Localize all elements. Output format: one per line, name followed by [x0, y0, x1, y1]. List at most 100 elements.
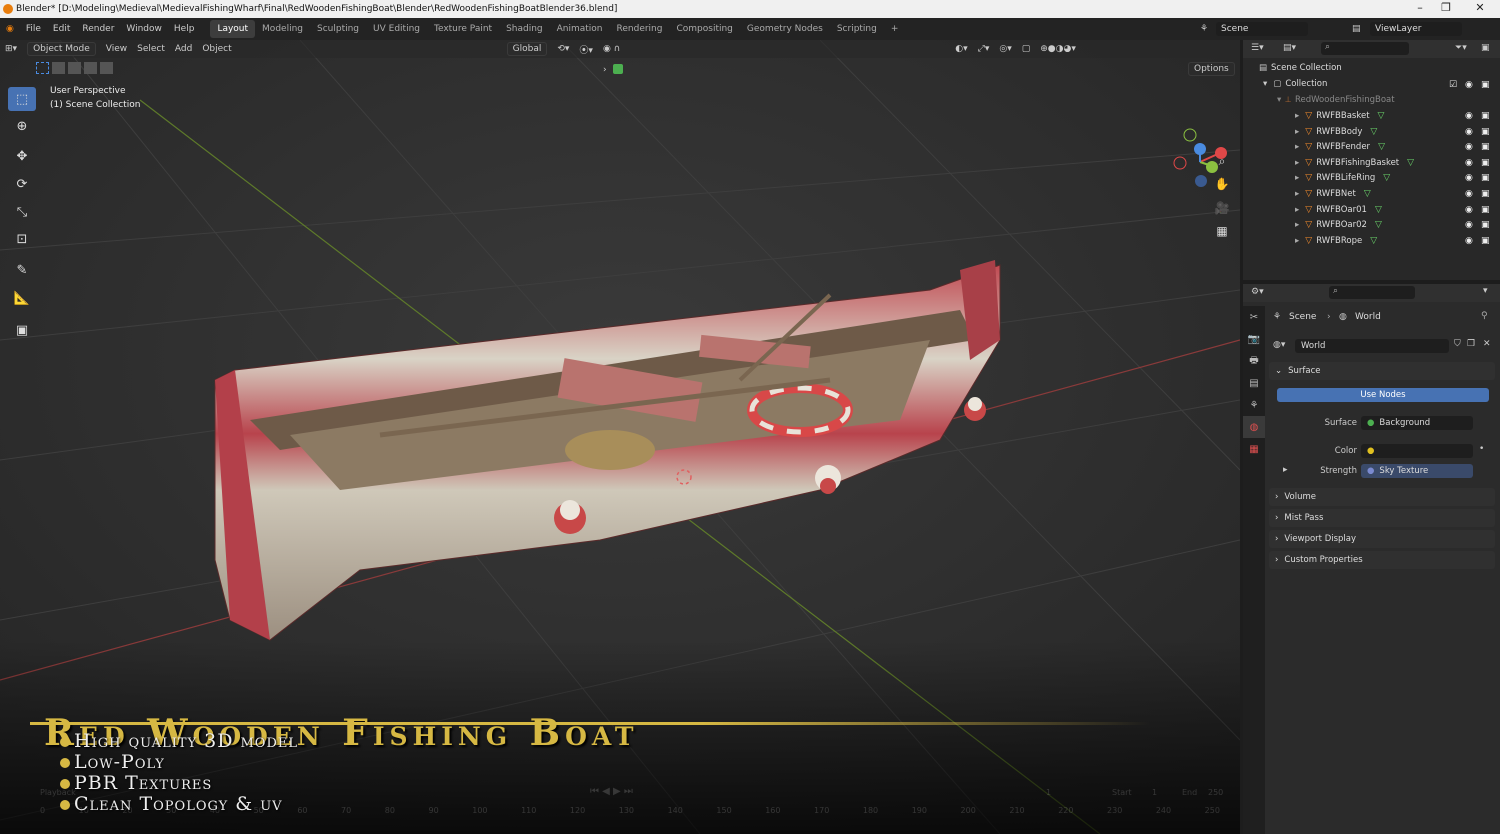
transform-orientation-dropdown[interactable]: Global [506, 42, 548, 56]
eye-icon[interactable]: ◉ [1465, 80, 1473, 90]
expand-icon[interactable]: ▸ [1295, 127, 1299, 137]
fake-user-icon[interactable]: ⛉ [1454, 339, 1461, 349]
outliner-row-object[interactable]: ▸ ▽ RWFBOar01 ▽ ◉ ▣ [1243, 202, 1500, 218]
camera-render-icon[interactable]: ▣ [1481, 189, 1490, 199]
menu-object[interactable]: Object [202, 44, 231, 54]
snap-icon[interactable]: ⦿▾ [579, 43, 593, 56]
object-mode-dropdown[interactable]: Object Mode [27, 42, 96, 56]
menu-window[interactable]: Window [126, 24, 162, 34]
eye-icon[interactable]: ◉ [1465, 220, 1473, 230]
surface-panel-header[interactable]: ⌄ Surface [1269, 362, 1495, 380]
pan-hand-icon[interactable]: ✋ [1211, 174, 1233, 194]
blender-menu-icon[interactable]: ◉ [6, 24, 14, 34]
select-subtract-icon[interactable] [68, 62, 81, 74]
select-extend-icon[interactable] [52, 62, 65, 74]
eye-icon[interactable]: ◉ [1465, 111, 1473, 121]
outliner-row-collection[interactable]: ▾ ▢ Collection [1243, 76, 1500, 92]
tab-animation[interactable]: Animation [550, 20, 610, 38]
filter-icon[interactable]: ⏷▾ [1455, 43, 1467, 53]
zoom-icon[interactable]: ⌕ [1211, 151, 1233, 171]
texture-tab-icon[interactable]: ▦ [1243, 438, 1265, 460]
outliner-row-object[interactable]: ▸ ▽ RWFBOar02 ▽ ◉ ▣ [1243, 217, 1500, 233]
camera-render-icon[interactable]: ▣ [1481, 236, 1490, 246]
restore-icon[interactable]: ❐ [1436, 1, 1456, 14]
outliner-row-parent[interactable]: ▾ ⟂ RedWoodenFishingBoat [1243, 92, 1500, 108]
menu-file[interactable]: File [26, 24, 41, 34]
menu-edit[interactable]: Edit [53, 24, 70, 34]
menu-view[interactable]: View [106, 44, 127, 54]
overlay-toggle-icon[interactable]: ◎▾ [999, 44, 1011, 54]
camera-render-icon[interactable]: ▣ [1481, 111, 1490, 121]
camera-render-icon[interactable]: ▣ [1481, 127, 1490, 137]
surface-shader-field[interactable]: ● Background [1361, 416, 1473, 430]
mesh-data-icon[interactable]: ▽ [1375, 205, 1382, 215]
menu-render[interactable]: Render [82, 24, 114, 34]
rotate-tool-icon[interactable]: ⟳ [8, 172, 36, 196]
volume-panel-header[interactable]: › Volume [1269, 488, 1495, 506]
mesh-data-icon[interactable]: ▽ [1378, 111, 1385, 121]
outliner-row-object[interactable]: ▸ ▽ RWFBBody ▽ ◉ ▣ [1243, 124, 1500, 140]
duplicate-icon[interactable]: ❐ [1467, 339, 1475, 349]
scene-tab-icon[interactable]: ⚘ [1243, 394, 1265, 416]
camera-render-icon[interactable]: ▣ [1481, 142, 1490, 152]
mesh-data-icon[interactable]: ▽ [1370, 127, 1377, 137]
tab-sculpting[interactable]: Sculpting [310, 20, 366, 38]
editor-type-icon[interactable]: ⚙▾ [1251, 287, 1264, 297]
start-frame-field[interactable]: 1 [1152, 788, 1157, 797]
world-name-field[interactable]: World [1295, 339, 1449, 353]
xray-icon[interactable]: ▢ [1022, 44, 1031, 54]
scene-selector[interactable]: Scene [1216, 22, 1308, 36]
shading-modes-icon[interactable]: ⊕●◑◕▾ [1040, 44, 1076, 54]
minimize-icon[interactable]: – [1410, 1, 1430, 14]
expand-icon[interactable]: ▸ [1295, 158, 1299, 168]
tab-scripting[interactable]: Scripting [830, 20, 884, 38]
mesh-data-icon[interactable]: ▽ [1375, 220, 1382, 230]
custom-properties-panel-header[interactable]: › Custom Properties [1269, 551, 1495, 569]
menu-add[interactable]: Add [175, 44, 192, 54]
options-dropdown[interactable]: Options [1188, 62, 1235, 76]
tab-geometry-nodes[interactable]: Geometry Nodes [740, 20, 830, 38]
output-tab-icon[interactable]: 🖶 [1243, 350, 1265, 372]
measure-tool-icon[interactable]: 📐 [8, 286, 36, 310]
strength-texture-field[interactable]: ● Sky Texture [1361, 464, 1473, 478]
camera-render-icon[interactable]: ▣ [1481, 205, 1490, 215]
expand-icon[interactable]: ▸ [1295, 189, 1299, 199]
mesh-data-icon[interactable]: ▽ [1383, 173, 1390, 183]
annotate-tool-icon[interactable]: ✎ [8, 258, 36, 282]
viewport-display-panel-header[interactable]: › Viewport Display [1269, 530, 1495, 548]
outliner-row-object[interactable]: ▸ ▽ RWFBBasket ▽ ◉ ▣ [1243, 108, 1500, 124]
tab-compositing[interactable]: Compositing [669, 20, 739, 38]
chevron-right-icon[interactable]: › [603, 65, 607, 75]
mesh-data-icon[interactable]: ▽ [1378, 142, 1385, 152]
outliner[interactable]: ☰▾ ▤▾ ⌕ ⏷▾ ▣ ▤ Scene Collection ▾ ▢ Coll… [1243, 40, 1500, 280]
end-frame-field[interactable]: 250 [1208, 788, 1223, 797]
view-layer-tab-icon[interactable]: ▤ [1243, 372, 1265, 394]
gizmo-toggle-icon[interactable]: ⤢▾ [978, 44, 990, 54]
outliner-row-object[interactable]: ▸ ▽ RWFBRope ▽ ◉ ▣ [1243, 233, 1500, 249]
tool-tab-icon[interactable]: ✂ [1243, 306, 1265, 328]
color-field[interactable]: ● [1361, 444, 1473, 458]
select-intersect-icon[interactable] [100, 62, 113, 74]
mesh-data-icon[interactable]: ▽ [1407, 158, 1414, 168]
add-workspace-icon[interactable]: + [884, 20, 906, 38]
tab-texture-paint[interactable]: Texture Paint [427, 20, 499, 38]
outliner-row-object[interactable]: ▸ ▽ RWFBFishingBasket ▽ ◉ ▣ [1243, 155, 1500, 171]
visibility-icon[interactable]: ◐▾ [955, 44, 967, 54]
menu-select[interactable]: Select [137, 44, 165, 54]
select-tool-icon[interactable]: ⬚ [8, 87, 36, 111]
keyframe-dot-icon[interactable]: • [1479, 444, 1484, 454]
scale-tool-icon[interactable]: ⤡ [8, 200, 36, 224]
expand-icon[interactable]: ▸ [1295, 220, 1299, 230]
outliner-row-object[interactable]: ▸ ▽ RWFBFender ▽ ◉ ▣ [1243, 139, 1500, 155]
tab-shading[interactable]: Shading [499, 20, 550, 38]
outliner-row-scene-collection[interactable]: ▤ Scene Collection [1243, 60, 1500, 76]
options-chevron-icon[interactable]: ▾ [1483, 286, 1488, 296]
outliner-row-object[interactable]: ▸ ▽ RWFBLifeRing ▽ ◉ ▣ [1243, 170, 1500, 186]
properties-search-input[interactable]: ⌕ [1329, 286, 1415, 299]
use-nodes-button[interactable]: Use Nodes [1277, 388, 1489, 402]
outliner-search-input[interactable]: ⌕ [1321, 42, 1409, 55]
eye-icon[interactable]: ◉ [1465, 189, 1473, 199]
proportional-edit-icon[interactable]: ◉ ∩ [603, 44, 620, 54]
mist-pass-panel-header[interactable]: › Mist Pass [1269, 509, 1495, 527]
eye-icon[interactable]: ◉ [1465, 205, 1473, 215]
